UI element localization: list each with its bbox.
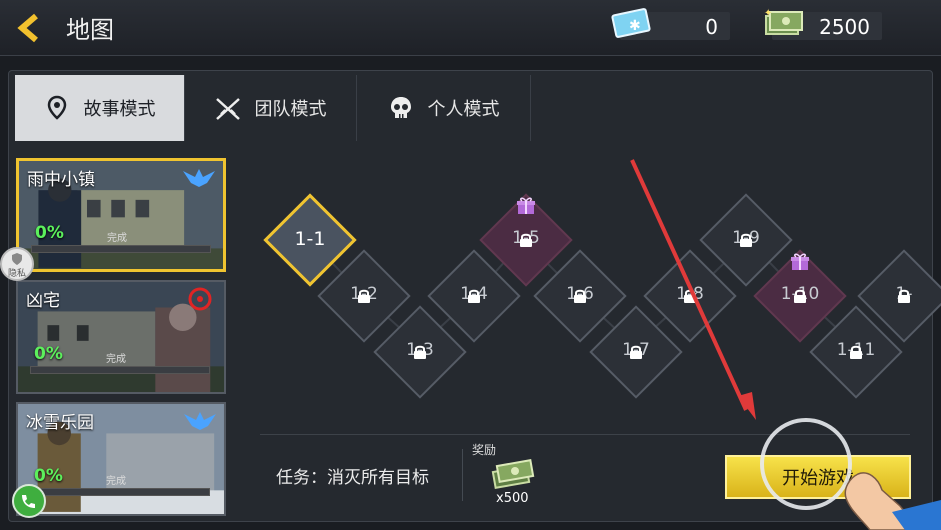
map-name: 凶宅: [26, 291, 60, 311]
svg-text:✱: ✱: [629, 18, 641, 34]
map-progress: 0%: [34, 466, 63, 486]
top-bar: 地图 ✱ 0 ✦ 2500: [0, 0, 941, 56]
reward-label: 奖励: [472, 443, 497, 457]
tab-story-mode[interactable]: 故事模式: [15, 75, 185, 141]
back-arrow-icon[interactable]: [12, 10, 48, 46]
map-status: 完成: [106, 354, 126, 365]
lock-icon: [794, 289, 806, 303]
start-game-button[interactable]: 开始游戏: [725, 455, 911, 499]
lock-icon: [740, 233, 752, 247]
cash-counter[interactable]: ✦ 2500: [764, 8, 882, 40]
map-card-snow-park[interactable]: 冰雪乐园 0% 完成: [16, 402, 226, 516]
map-status: 完成: [106, 476, 126, 487]
cash-stack-icon: [491, 459, 535, 489]
biohazard-icon: [188, 287, 212, 311]
diamond-counter[interactable]: ✱ 0: [611, 8, 730, 40]
gift-icon: [791, 253, 809, 270]
lock-icon: [520, 233, 532, 247]
lock-icon: [898, 289, 910, 303]
skull-icon: [390, 97, 411, 118]
lock-icon: [468, 289, 480, 303]
mission-text: 任务：消灭所有目标: [276, 468, 429, 488]
shield-icon: [12, 253, 22, 265]
page-title: 地图: [66, 16, 114, 44]
map-card-rain-town[interactable]: 雨中小镇 0% 完成: [16, 158, 226, 272]
ticket-icon: ✱: [611, 8, 651, 38]
cash-value: 2500: [819, 15, 870, 39]
gift-icon: [517, 197, 535, 214]
tab-solo-mode[interactable]: 个人模式: [357, 75, 531, 141]
level-label: 1-1: [294, 228, 326, 250]
crossed-rifles-icon: [215, 98, 240, 120]
progress-bar: [30, 366, 210, 374]
tab-team-mode[interactable]: 团队模式: [185, 75, 357, 141]
divider: [462, 449, 463, 501]
privacy-button[interactable]: 隐私: [0, 247, 34, 281]
tab-label: 团队模式: [254, 99, 327, 120]
progress-bar: [31, 245, 211, 253]
lock-icon: [414, 345, 426, 359]
eagle-icon: [184, 412, 216, 430]
lock-icon: [358, 289, 370, 303]
reward-quantity: x500: [496, 491, 529, 506]
map-name: 冰雪乐园: [26, 413, 94, 433]
map-status: 完成: [107, 233, 127, 244]
mode-tabs: 故事模式 团队模式 个人模式: [15, 75, 531, 141]
eagle-icon: [183, 169, 215, 187]
svg-text:✦: ✦: [764, 8, 772, 19]
map-name: 雨中小镇: [27, 170, 95, 190]
map-progress: 0%: [34, 344, 63, 364]
progress-bar: [30, 488, 210, 496]
lock-icon: [574, 289, 586, 303]
lock-icon: [684, 289, 696, 303]
privacy-label: 隐私: [7, 269, 26, 279]
cash-stack-icon: ✦: [764, 8, 803, 35]
location-pin-icon: [47, 95, 66, 120]
diamond-value: 0: [705, 15, 718, 39]
tab-label: 故事模式: [83, 99, 156, 120]
map-progress: 0%: [35, 223, 64, 243]
map-card-haunted-house[interactable]: 凶宅 0% 完成: [16, 280, 226, 394]
lock-icon: [630, 345, 642, 359]
map-list[interactable]: 雨中小镇 0% 完成 凶宅 0% 完成 冰雪乐园 0% 完成: [16, 158, 232, 520]
tab-label: 个人模式: [427, 99, 500, 120]
phone-button[interactable]: [12, 484, 46, 518]
lock-icon: [850, 345, 862, 359]
phone-icon: [22, 495, 35, 508]
mission-bar: 任务：消灭所有目标 奖励 x500 开始游戏: [260, 434, 911, 510]
